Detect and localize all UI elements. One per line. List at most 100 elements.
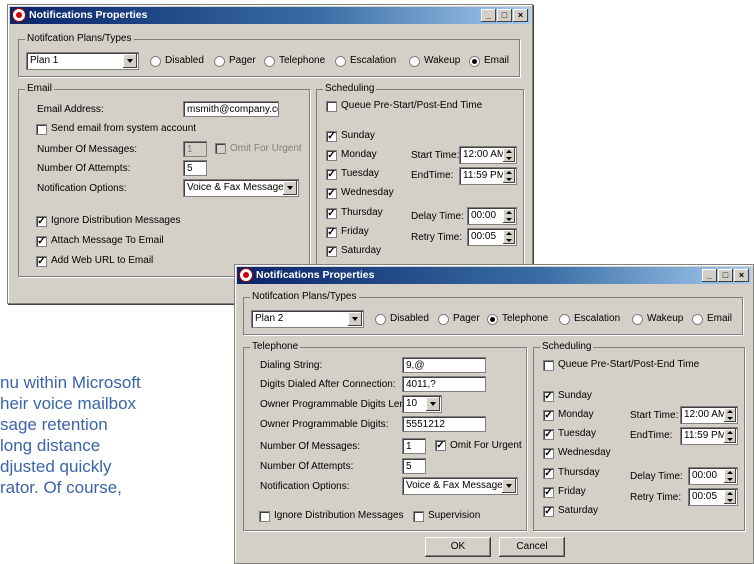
notif-options-select[interactable]: Voice & Fax Messages	[183, 179, 299, 197]
num-attempts-field[interactable]: 5	[183, 160, 207, 176]
num-messages-field[interactable]: 1	[402, 438, 426, 454]
num-attempts-label: Number Of Attempts:	[37, 163, 131, 174]
attach-msg-label: Attach Message To Email	[51, 235, 164, 246]
day-thursday-checkbox[interactable]: ✓	[326, 208, 337, 219]
radio-escalation[interactable]	[559, 314, 570, 325]
brochure-line: nu within Microsoft	[0, 373, 141, 392]
radio-label: Disabled	[390, 313, 429, 324]
radio-label: Pager	[453, 313, 480, 324]
close-button[interactable]: ×	[513, 9, 528, 22]
start-time-label: Start Time:	[630, 410, 679, 421]
delay-time-spinner[interactable]: 00:00	[688, 467, 738, 485]
day-friday-checkbox[interactable]: ✓	[543, 487, 554, 498]
radio-pager[interactable]	[438, 314, 449, 325]
send-system-checkbox[interactable]	[36, 124, 47, 135]
spinner-arrows-icon[interactable]	[503, 209, 515, 223]
day-saturday-checkbox[interactable]: ✓	[326, 246, 337, 257]
day-sunday-checkbox[interactable]: ✓	[543, 391, 554, 402]
plans-types-group: Notifcation Plans/Types Plan 1 Disabled …	[18, 33, 520, 77]
opd-length-label: Owner Programmable Digits Length:	[260, 399, 422, 410]
chevron-down-icon[interactable]	[426, 397, 440, 411]
window-title: Notifications Properties	[256, 269, 375, 281]
chevron-down-icon[interactable]	[348, 312, 362, 326]
spinner-arrows-icon[interactable]	[724, 490, 736, 504]
opd-field[interactable]: 5551212	[402, 416, 486, 432]
opd-length-select[interactable]: 10	[402, 395, 442, 413]
chevron-down-icon[interactable]	[283, 181, 297, 195]
day-wednesday-checkbox[interactable]: ✓	[326, 188, 337, 199]
spinner-arrows-icon[interactable]	[503, 230, 515, 244]
end-time-spinner[interactable]: 11:59 PM	[459, 167, 517, 185]
day-sunday-checkbox[interactable]: ✓	[326, 131, 337, 142]
radio-label: Pager	[229, 55, 256, 66]
end-time-spinner[interactable]: 11:59 PM	[680, 427, 738, 445]
add-web-checkbox[interactable]: ✓	[36, 256, 47, 267]
radio-escalation[interactable]	[335, 56, 346, 67]
omit-urgent-checkbox[interactable]: ✓	[435, 440, 446, 451]
minimize-button[interactable]: _	[702, 269, 717, 282]
radio-telephone[interactable]	[264, 56, 275, 67]
start-time-spinner[interactable]: 12:00 AM	[680, 406, 738, 424]
day-label: Tuesday	[341, 168, 379, 179]
window-titlebar[interactable]: Notifications Properties _ □ ×	[10, 7, 530, 24]
day-friday-checkbox[interactable]: ✓	[326, 227, 337, 238]
spinner-arrows-icon[interactable]	[503, 148, 515, 162]
chevron-down-icon[interactable]	[123, 54, 137, 68]
radio-disabled[interactable]	[150, 56, 161, 67]
day-monday-checkbox[interactable]: ✓	[543, 410, 554, 421]
spinner-arrows-icon[interactable]	[724, 408, 736, 422]
maximize-button[interactable]: □	[718, 269, 733, 282]
plan-select[interactable]: Plan 1	[26, 52, 139, 70]
day-tuesday-checkbox[interactable]: ✓	[543, 429, 554, 440]
day-label: Sunday	[558, 390, 592, 401]
radio-label: Wakeup	[424, 55, 461, 66]
maximize-button[interactable]: □	[497, 9, 512, 22]
brochure-line: djusted quickly	[0, 457, 112, 476]
supervision-checkbox[interactable]	[413, 511, 424, 522]
email-address-field[interactable]: msmith@company.cc	[183, 101, 279, 117]
radio-wakeup[interactable]	[632, 314, 643, 325]
add-web-label: Add Web URL to Email	[51, 255, 154, 266]
close-button[interactable]: ×	[734, 269, 749, 282]
spinner-arrows-icon[interactable]	[724, 469, 736, 483]
chevron-down-icon[interactable]	[502, 479, 516, 493]
retry-time-spinner[interactable]: 00:05	[467, 228, 517, 246]
num-messages-field[interactable]: 1	[183, 141, 207, 157]
radio-disabled[interactable]	[375, 314, 386, 325]
spinner-arrows-icon[interactable]	[724, 429, 736, 443]
minimize-button[interactable]: _	[481, 9, 496, 22]
ignore-dist-checkbox[interactable]	[259, 511, 270, 522]
spinner-arrows-icon[interactable]	[503, 169, 515, 183]
day-wednesday-checkbox[interactable]: ✓	[543, 448, 554, 459]
omit-urgent-checkbox[interactable]	[215, 143, 226, 154]
num-attempts-field[interactable]: 5	[402, 458, 426, 474]
ok-button[interactable]: OK	[425, 537, 491, 557]
notif-options-select[interactable]: Voice & Fax Messages	[402, 477, 518, 495]
cancel-button[interactable]: Cancel	[499, 537, 565, 557]
day-monday-checkbox[interactable]: ✓	[326, 150, 337, 161]
radio-pager[interactable]	[214, 56, 225, 67]
radio-email[interactable]	[469, 56, 480, 67]
day-tuesday-checkbox[interactable]: ✓	[326, 169, 337, 180]
retry-time-spinner[interactable]: 00:05	[688, 488, 738, 506]
day-saturday-checkbox[interactable]: ✓	[543, 506, 554, 517]
delay-time-spinner[interactable]: 00:00	[467, 207, 517, 225]
ignore-dist-label: Ignore Distribution Messages	[51, 215, 181, 226]
queue-checkbox[interactable]	[543, 360, 554, 371]
radio-telephone[interactable]	[487, 314, 498, 325]
radio-wakeup[interactable]	[409, 56, 420, 67]
plans-types-group: Notifcation Plans/Types Plan 2 Disabled …	[243, 291, 743, 335]
day-thursday-checkbox[interactable]: ✓	[543, 468, 554, 479]
delay-time-label: Delay Time:	[630, 471, 683, 482]
dialing-string-field[interactable]: 9,@	[402, 357, 486, 373]
digits-after-field[interactable]: 4011,?	[402, 376, 486, 392]
plan-select[interactable]: Plan 2	[251, 310, 364, 328]
ignore-dist-checkbox[interactable]: ✓	[36, 216, 47, 227]
attach-msg-checkbox[interactable]: ✓	[36, 236, 47, 247]
queue-checkbox[interactable]	[326, 101, 337, 112]
window-titlebar[interactable]: Notifications Properties _ □ ×	[237, 267, 751, 284]
radio-label: Telephone	[279, 55, 326, 66]
radio-email[interactable]	[692, 314, 703, 325]
start-time-spinner[interactable]: 12:00 AM	[459, 146, 517, 164]
day-label: Saturday	[341, 245, 382, 256]
